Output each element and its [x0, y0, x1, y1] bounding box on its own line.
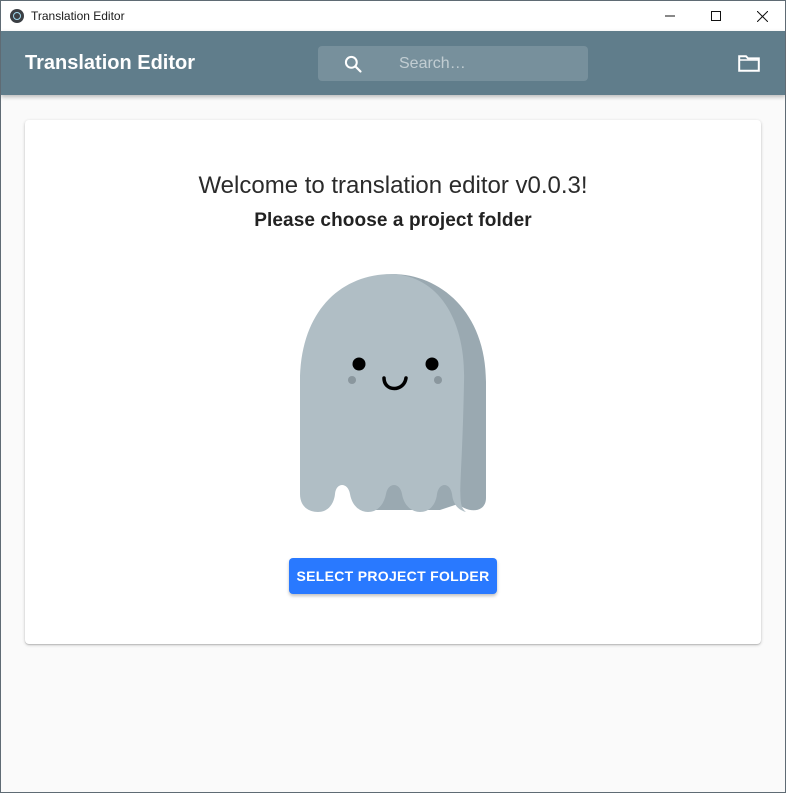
search-input[interactable] [397, 53, 581, 74]
select-project-folder-button[interactable]: SELECT PROJECT FOLDER [289, 558, 497, 594]
window-title: Translation Editor [31, 9, 125, 23]
search-icon[interactable] [341, 52, 365, 76]
app-icon [10, 9, 24, 23]
close-icon [756, 10, 768, 22]
window-title-bar: Translation Editor [1, 1, 785, 31]
search-box[interactable] [318, 46, 588, 81]
folder-icon [738, 55, 760, 72]
maximize-button[interactable] [693, 1, 739, 31]
window-controls [647, 1, 785, 31]
ghost-illustration [300, 272, 486, 512]
maximize-icon [711, 11, 721, 21]
minimize-button[interactable] [647, 1, 693, 31]
welcome-heading: Welcome to translation editor v0.0.3! [198, 172, 588, 199]
welcome-card: Welcome to translation editor v0.0.3! Pl… [25, 120, 761, 644]
app-bar: Translation Editor [1, 31, 785, 95]
app-window: Translation Editor Translation Editor Se… [0, 0, 786, 793]
app-title: Translation Editor [25, 51, 196, 74]
close-button[interactable] [739, 1, 785, 31]
open-folder-button[interactable] [737, 51, 761, 75]
minimize-icon [665, 15, 675, 17]
choose-folder-subtitle: Please choose a project folder [254, 210, 532, 231]
